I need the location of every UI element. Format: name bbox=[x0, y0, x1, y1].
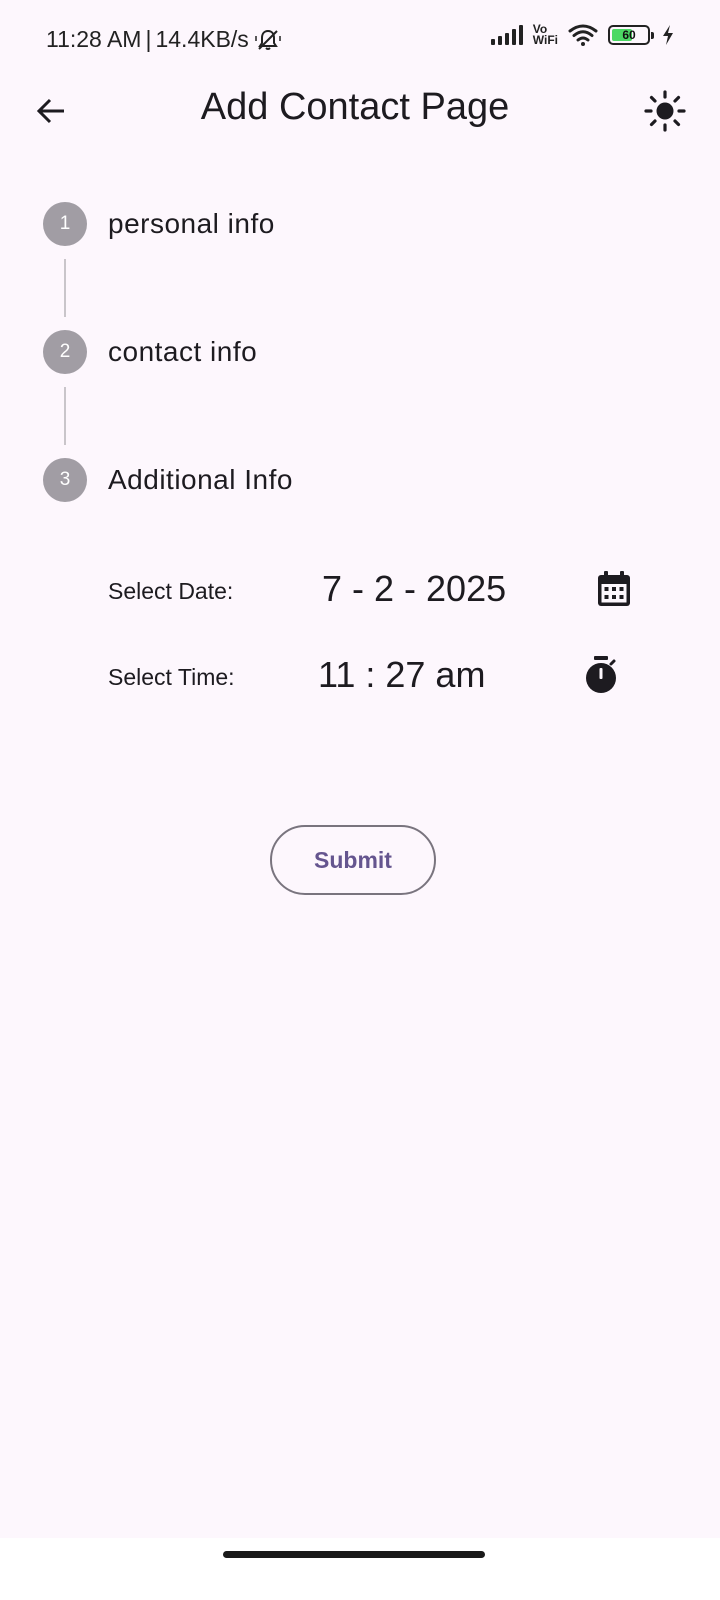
status-bar: 11:28 AM | 14.4KB/s Vo WiFi 60 bbox=[0, 0, 720, 80]
time-row: Select Time: 11 : 27 am bbox=[108, 648, 648, 708]
calendar-icon bbox=[596, 570, 632, 608]
network-speed: 14.4KB/s bbox=[155, 26, 249, 52]
step-additional-info[interactable]: 3 Additional Info bbox=[43, 456, 683, 504]
time-picker-button[interactable] bbox=[580, 654, 622, 696]
step-label: personal info bbox=[108, 208, 275, 239]
step-label: contact info bbox=[108, 336, 258, 367]
status-left: 11:28 AM | 14.4KB/s bbox=[46, 26, 281, 53]
step-number-badge: 1 bbox=[43, 202, 87, 246]
bell-muted-icon bbox=[255, 28, 281, 52]
status-time: 11:28 AM bbox=[46, 26, 142, 52]
status-separator: | bbox=[145, 26, 152, 52]
page-title: Add Contact Page bbox=[200, 86, 510, 128]
stepper: 1 personal info 2 contact info 3 Additio… bbox=[43, 200, 683, 504]
date-row: Select Date: 7 - 2 - 2025 bbox=[108, 562, 648, 622]
step-number-badge: 2 bbox=[43, 330, 87, 374]
date-value[interactable]: 7 - 2 - 2025 bbox=[322, 568, 506, 610]
gesture-handle[interactable] bbox=[223, 1551, 485, 1558]
navigation-bar bbox=[0, 1538, 720, 1600]
date-label: Select Date: bbox=[108, 578, 234, 604]
time-label: Select Time: bbox=[108, 664, 235, 690]
signal-bars-icon bbox=[490, 25, 523, 45]
theme-toggle-button[interactable] bbox=[640, 86, 690, 136]
time-value[interactable]: 11 : 27 am bbox=[318, 654, 485, 696]
app-bar: Add Contact Page bbox=[0, 80, 720, 140]
wifi-icon bbox=[568, 24, 598, 46]
battery-level: 60 bbox=[622, 28, 636, 42]
submit-button[interactable]: Submit bbox=[270, 825, 436, 895]
step-contact-info[interactable]: 2 contact info bbox=[43, 328, 683, 376]
vowifi-indicator: Vo WiFi bbox=[532, 23, 558, 47]
status-right: Vo WiFi 60 bbox=[490, 23, 674, 47]
step-personal-info[interactable]: 1 personal info bbox=[43, 200, 683, 248]
step-label: Additional Info bbox=[108, 464, 293, 495]
step-connector bbox=[64, 387, 66, 445]
charging-bolt-icon bbox=[662, 25, 674, 45]
sun-icon bbox=[644, 90, 686, 132]
vowifi-bottom-text: WiFi bbox=[532, 33, 558, 47]
step-number-badge: 3 bbox=[43, 458, 87, 502]
stopwatch-icon bbox=[583, 655, 619, 695]
date-picker-button[interactable] bbox=[593, 568, 635, 610]
step-connector bbox=[64, 259, 66, 317]
battery-icon: 60 bbox=[608, 25, 654, 45]
